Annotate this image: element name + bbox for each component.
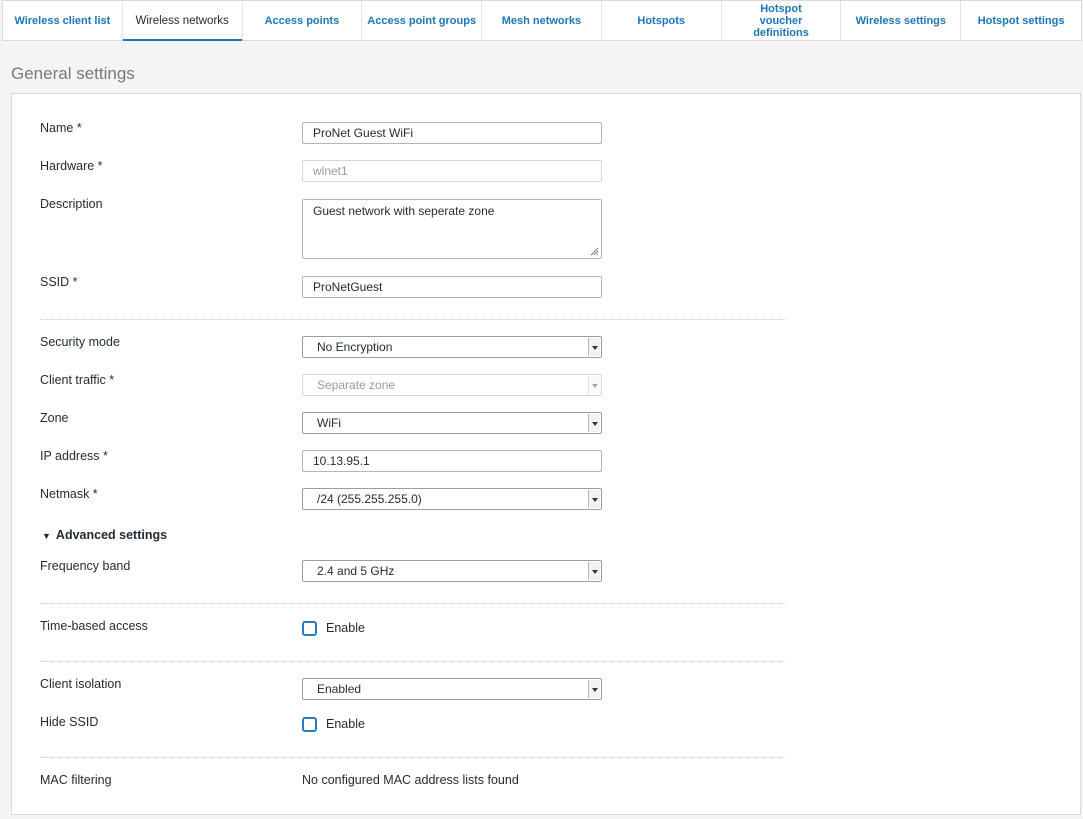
client-traffic-select: Separate zone <box>302 374 602 396</box>
tab-wireless-networks[interactable]: Wireless networks <box>122 1 243 41</box>
mac-filtering-label: MAC filtering <box>40 773 112 787</box>
resize-handle-icon[interactable] <box>590 247 599 256</box>
zone-label: Zone <box>40 411 69 425</box>
client-isolation-select[interactable]: Enabled <box>302 678 602 700</box>
chevron-down-icon <box>588 680 600 698</box>
time-based-access-checkbox[interactable] <box>302 621 317 636</box>
frequency-band-value: 2.4 and 5 GHz <box>317 564 395 578</box>
name-field[interactable]: ProNet Guest WiFi <box>302 122 602 144</box>
advanced-settings-toggle[interactable]: ▼ Advanced settings <box>42 528 167 542</box>
frequency-band-label: Frequency band <box>40 559 131 573</box>
client-isolation-label: Client isolation <box>40 677 122 691</box>
ip-address-label: IP address * <box>40 449 108 463</box>
hardware-label: Hardware * <box>40 159 103 173</box>
divider <box>40 319 786 320</box>
client-traffic-value: Separate zone <box>317 378 396 392</box>
time-based-access-label: Time-based access <box>40 619 148 633</box>
divider <box>40 757 786 758</box>
security-mode-select[interactable]: No Encryption <box>302 336 602 358</box>
mac-filtering-status: No configured MAC address lists found <box>302 773 519 787</box>
section-title: General settings <box>11 64 135 83</box>
description-label: Description <box>40 197 103 211</box>
tab-wireless-settings[interactable]: Wireless settings <box>841 1 962 40</box>
hide-ssid-label: Hide SSID <box>40 715 99 729</box>
netmask-value: /24 (255.255.255.0) <box>317 492 422 506</box>
hide-ssid-checkbox[interactable] <box>302 717 317 732</box>
zone-value: WiFi <box>317 416 341 430</box>
ip-address-field[interactable]: 10.13.95.1 <box>302 450 602 472</box>
client-traffic-label: Client traffic * <box>40 373 115 387</box>
tab-access-points[interactable]: Access points <box>243 1 363 40</box>
ssid-label: SSID * <box>40 275 78 289</box>
advanced-settings-label: Advanced settings <box>55 528 168 542</box>
chevron-down-icon <box>588 376 600 394</box>
tab-mesh-networks[interactable]: Mesh networks <box>482 1 602 40</box>
security-mode-label: Security mode <box>40 335 120 349</box>
hardware-field: wlnet1 <box>302 160 602 182</box>
security-mode-value: No Encryption <box>317 340 393 354</box>
client-isolation-value: Enabled <box>317 682 362 696</box>
chevron-down-icon <box>588 562 600 580</box>
tab-wireless-client-list[interactable]: Wireless client list <box>3 1 123 40</box>
chevron-down-icon <box>588 414 600 432</box>
chevron-down-icon <box>588 490 600 508</box>
tab-hotspots[interactable]: Hotspots <box>602 1 722 40</box>
time-based-access-enable-label: Enable <box>326 621 365 635</box>
netmask-select[interactable]: /24 (255.255.255.0) <box>302 488 602 510</box>
tab-hotspot-voucher-definitions[interactable]: Hotspot voucher definitions <box>722 1 842 40</box>
frequency-band-select[interactable]: 2.4 and 5 GHz <box>302 560 602 582</box>
tab-hotspot-settings[interactable]: Hotspot settings <box>961 1 1081 40</box>
tab-bar: Wireless client list Wireless networks A… <box>2 0 1082 41</box>
zone-select[interactable]: WiFi <box>302 412 602 434</box>
triangle-down-icon: ▼ <box>42 531 51 541</box>
name-label: Name * <box>40 121 82 135</box>
divider <box>40 661 786 662</box>
divider <box>40 603 786 604</box>
description-text: Guest network with seperate zone <box>313 204 495 218</box>
hide-ssid-enable-label: Enable <box>326 717 365 731</box>
description-textarea[interactable]: Guest network with seperate zone <box>302 199 602 259</box>
chevron-down-icon <box>588 338 600 356</box>
tab-access-point-groups[interactable]: Access point groups <box>362 1 483 40</box>
ssid-field[interactable]: ProNetGuest <box>302 276 602 298</box>
netmask-label: Netmask * <box>40 487 98 501</box>
